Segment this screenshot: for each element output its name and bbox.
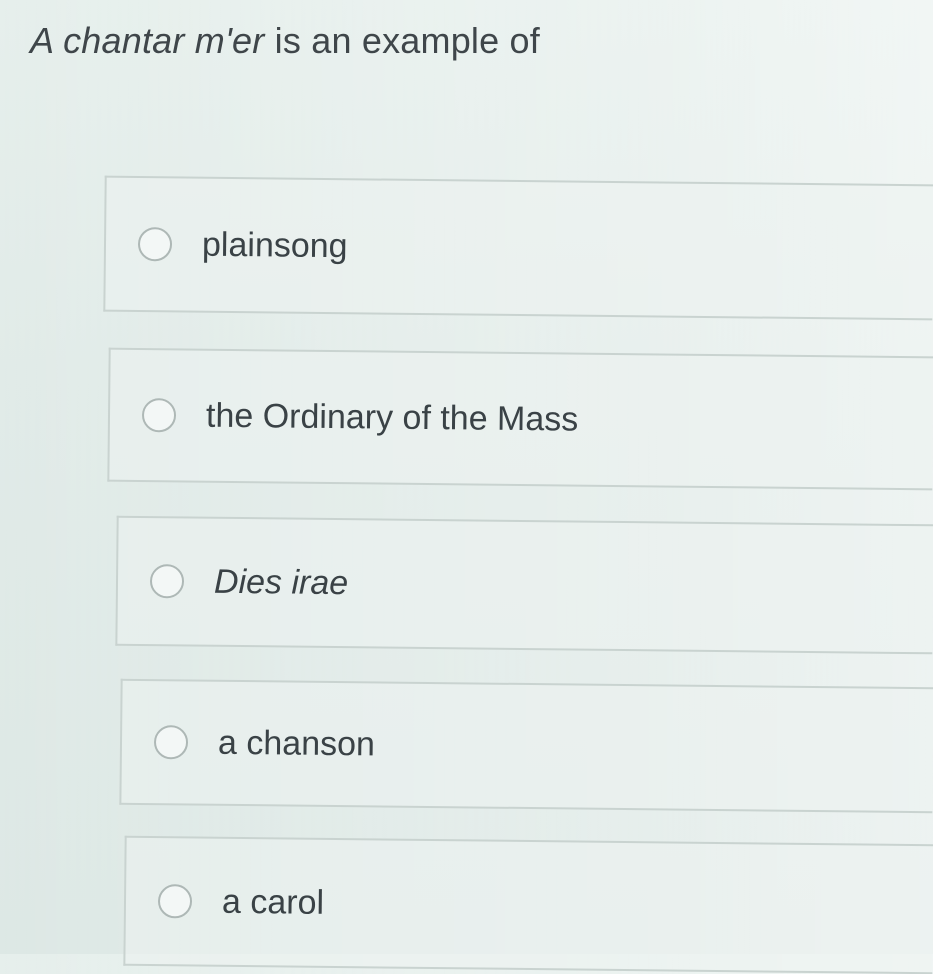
radio-button-icon[interactable] [153, 725, 189, 760]
answer-option-label: plainsong [201, 225, 348, 265]
answer-option-label: a chanson [217, 723, 376, 763]
answer-option-a-carol[interactable]: a carol [123, 835, 933, 974]
answer-option-label: a carol [221, 882, 325, 922]
answer-option-plainsong[interactable]: plainsong [103, 175, 933, 321]
answer-option-a-chanson[interactable]: a chanson [119, 678, 933, 814]
radio-button-icon[interactable] [137, 227, 173, 262]
answer-options: plainsong the Ordinary of the Mass Dies … [0, 0, 933, 974]
answer-option-ordinary-of-the-mass[interactable]: the Ordinary of the Mass [107, 347, 933, 491]
answer-option-dies-irae[interactable]: Dies irae [115, 515, 933, 655]
radio-button-icon[interactable] [149, 564, 185, 599]
radio-button-icon[interactable] [141, 398, 177, 433]
answer-option-label: Dies irae [213, 562, 349, 602]
answer-option-label: the Ordinary of the Mass [205, 396, 579, 439]
radio-button-icon[interactable] [157, 884, 193, 919]
